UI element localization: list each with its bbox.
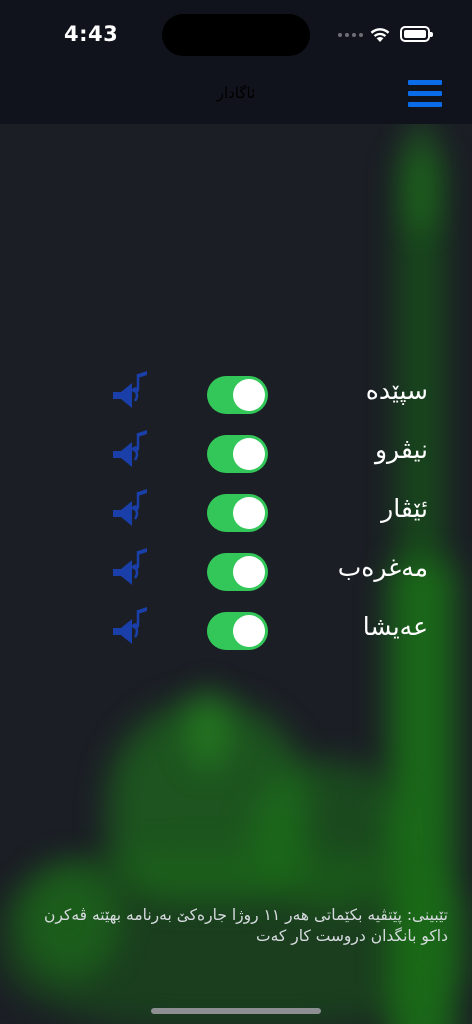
wifi-icon (370, 28, 390, 42)
prayer-row-maghrib: مەغرەب (0, 547, 472, 606)
prayer-toggle-dhuhr[interactable] (207, 435, 268, 473)
nav-title: ئاگادار (216, 84, 256, 102)
prayer-label: عەیشا (362, 612, 428, 641)
speaker-music-icon[interactable] (110, 545, 150, 589)
prayer-toggle-maghrib[interactable] (207, 553, 268, 591)
prayer-row-isha: عەیشا (0, 606, 472, 665)
prayer-label: نیڤرو (374, 435, 428, 464)
prayer-label: مەغرەب (337, 553, 428, 582)
navigation-bar: ئاگادار (0, 70, 472, 124)
status-time: 4:43 (64, 22, 119, 46)
prayer-list: سپێدە نیڤرو ئێڤار مەغرەب عەیشا (0, 370, 472, 665)
speaker-music-icon[interactable] (110, 427, 150, 471)
speaker-music-icon[interactable] (110, 604, 150, 648)
prayer-row-asr: ئێڤار (0, 488, 472, 547)
hamburger-menu-button[interactable] (408, 76, 442, 110)
prayer-toggle-asr[interactable] (207, 494, 268, 532)
prayer-toggle-fajr[interactable] (207, 376, 268, 414)
status-bar: 4:43 (0, 0, 472, 70)
speaker-music-icon[interactable] (110, 368, 150, 412)
hamburger-menu-icon (408, 79, 442, 85)
prayer-row-fajr: سپێدە (0, 370, 472, 429)
home-indicator[interactable] (151, 1008, 321, 1014)
battery-icon (400, 26, 433, 42)
speaker-music-icon[interactable] (110, 486, 150, 530)
prayer-toggle-isha[interactable] (207, 612, 268, 650)
prayer-label: ئێڤار (381, 494, 428, 523)
prayer-row-dhuhr: نیڤرو (0, 429, 472, 488)
footer-note: تێبینی: پێتڤیە بکێماتی هەر ١١ روژا جارەک… (44, 906, 448, 945)
prayer-label: سپێدە (365, 376, 428, 405)
dynamic-island (162, 14, 310, 56)
cellular-signal-icon (338, 33, 363, 37)
